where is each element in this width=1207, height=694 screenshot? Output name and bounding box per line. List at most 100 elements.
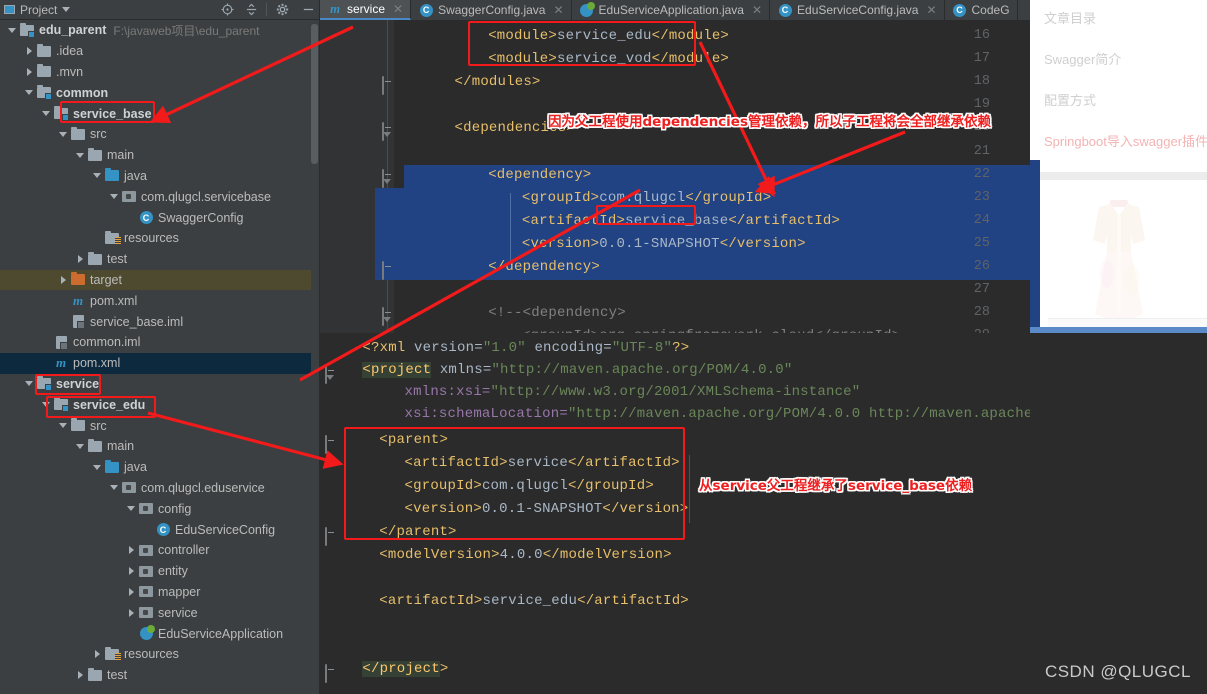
editor-tab-service[interactable]: m service ✕ bbox=[320, 0, 412, 20]
fold-collapse-icon[interactable] bbox=[382, 261, 394, 280]
chevron-down-icon[interactable] bbox=[57, 423, 69, 429]
close-icon[interactable]: ✕ bbox=[553, 3, 563, 17]
fold-collapse-icon[interactable] bbox=[325, 664, 337, 683]
chevron-down-icon[interactable] bbox=[125, 506, 137, 512]
code-line[interactable]: </dependency> bbox=[488, 259, 600, 275]
editor-tab-eduserviceconfig-java[interactable]: C EduServiceConfig.java ✕ bbox=[770, 0, 945, 20]
code-line[interactable]: <artifactId>service_base</artifactId> bbox=[522, 213, 840, 229]
tree-node-service_base[interactable]: service_base bbox=[0, 103, 311, 124]
code-line[interactable]: <groupId>com.qlugcl</groupId> bbox=[522, 190, 771, 206]
chevron-right-icon[interactable] bbox=[57, 275, 69, 284]
tree-node-service_edu[interactable]: service_edu bbox=[0, 394, 311, 415]
tree-scrollbar-thumb[interactable] bbox=[311, 24, 318, 164]
chevron-down-icon[interactable] bbox=[23, 90, 35, 96]
fold-region-icon[interactable] bbox=[382, 307, 394, 327]
tree-node-controller[interactable]: controller bbox=[0, 540, 311, 561]
toc-item-2[interactable]: Springboot导入swagger插件 bbox=[1044, 131, 1207, 150]
chevron-down-icon[interactable] bbox=[108, 194, 120, 200]
code-line[interactable]: <module>service_edu</module> bbox=[488, 28, 729, 44]
tree-node-pom.xml[interactable]: m pom.xml bbox=[0, 290, 311, 311]
code-line[interactable]: </project> bbox=[362, 661, 448, 677]
close-icon[interactable]: ✕ bbox=[752, 3, 762, 17]
chevron-right-icon[interactable] bbox=[23, 47, 35, 56]
code-line[interactable]: <module>service_vod</module> bbox=[488, 51, 729, 67]
chevron-right-icon[interactable] bbox=[125, 587, 137, 596]
code-line[interactable]: <project xmlns="http://maven.apache.org/… bbox=[362, 362, 792, 378]
project-tree[interactable]: edu_parent F:\javaweb项目\edu_parent .idea .m… bbox=[0, 20, 311, 694]
tree-node-resources[interactable]: resources bbox=[0, 228, 311, 249]
chevron-right-icon[interactable] bbox=[125, 567, 137, 576]
chevron-right-icon[interactable] bbox=[91, 650, 103, 659]
chevron-down-icon[interactable] bbox=[57, 131, 69, 137]
chevron-down-icon[interactable] bbox=[40, 111, 52, 117]
fold-region-icon[interactable] bbox=[382, 122, 394, 142]
editor-gutter-bottom[interactable] bbox=[320, 335, 342, 694]
code-line[interactable]: <parent> bbox=[379, 432, 448, 448]
chevron-down-icon[interactable] bbox=[23, 381, 35, 387]
tree-node-swaggerconfig[interactable]: C SwaggerConfig bbox=[0, 207, 311, 228]
toc-item-0[interactable]: Swagger简介 bbox=[1044, 49, 1197, 68]
tree-node-edu_parent[interactable]: edu_parent F:\javaweb项目\edu_parent bbox=[0, 20, 311, 41]
minimize-icon[interactable] bbox=[297, 3, 319, 16]
code-line[interactable]: <!--<dependency> bbox=[488, 305, 626, 321]
chevron-right-icon[interactable] bbox=[125, 546, 137, 555]
chevron-down-icon[interactable] bbox=[91, 173, 103, 179]
tree-node-src[interactable]: src bbox=[0, 124, 311, 145]
chevron-down-icon[interactable] bbox=[74, 443, 86, 449]
close-icon[interactable]: ✕ bbox=[926, 3, 936, 17]
editor-pane-parent-pom[interactable]: 16 <module>service_edu</module> 17 <module>… bbox=[320, 20, 1030, 335]
chevron-down-icon[interactable] bbox=[74, 152, 86, 158]
tree-node-service[interactable]: service bbox=[0, 374, 311, 395]
code-line[interactable]: <artifactId>service_edu</artifactId> bbox=[379, 593, 689, 609]
tree-node-mapper[interactable]: mapper bbox=[0, 582, 311, 603]
tree-node-.mvn[interactable]: .mvn bbox=[0, 62, 311, 83]
close-icon[interactable]: ✕ bbox=[393, 2, 403, 16]
tree-node-service_base.iml[interactable]: service_base.iml bbox=[0, 311, 311, 332]
tree-node-resources[interactable]: resources bbox=[0, 644, 311, 665]
code-line[interactable]: </modules> bbox=[455, 74, 541, 90]
tree-node-java[interactable]: java bbox=[0, 166, 311, 187]
editor-tab-eduserviceapplication-java[interactable]: EduServiceApplication.java ✕ bbox=[572, 0, 771, 20]
code-line[interactable]: xmlns:xsi="http://www.w3.org/2001/XMLSch… bbox=[405, 384, 861, 400]
tree-node-config[interactable]: config bbox=[0, 498, 311, 519]
tree-node-com.qlugcl.eduservice[interactable]: com.qlugcl.eduservice bbox=[0, 478, 311, 499]
settings-gear-icon[interactable] bbox=[273, 3, 291, 16]
chevron-right-icon[interactable] bbox=[125, 608, 137, 617]
editor-tab-swaggerconfig-java[interactable]: C SwaggerConfig.java ✕ bbox=[411, 0, 572, 20]
tree-node-target[interactable]: target bbox=[0, 269, 311, 291]
tree-node-com.qlugcl.servicebase[interactable]: com.qlugcl.servicebase bbox=[0, 186, 311, 207]
chevron-down-icon[interactable] bbox=[62, 7, 71, 12]
chevron-right-icon[interactable] bbox=[74, 255, 86, 264]
tree-node-test[interactable]: test bbox=[0, 249, 311, 270]
tree-node-java[interactable]: java bbox=[0, 457, 311, 478]
tree-node-eduserviceapplication[interactable]: EduServiceApplication bbox=[0, 623, 311, 644]
editor-tab-codeg[interactable]: C CodeG bbox=[945, 0, 1018, 20]
chevron-right-icon[interactable] bbox=[74, 671, 86, 680]
fold-region-icon[interactable] bbox=[382, 168, 394, 188]
project-title-button[interactable]: Project bbox=[4, 3, 71, 17]
tree-node-pom.xml[interactable]: m pom.xml bbox=[0, 352, 311, 374]
tree-node-.idea[interactable]: .idea bbox=[0, 41, 311, 62]
fold-region-icon[interactable] bbox=[325, 365, 337, 384]
code-line[interactable]: <version>0.0.1-SNAPSHOT</version> bbox=[522, 236, 806, 252]
fold-collapse-icon[interactable] bbox=[325, 527, 337, 546]
code-line[interactable]: <?xml version="1.0" encoding="UTF-8"?> bbox=[362, 340, 689, 356]
code-line[interactable]: <modelVersion>4.0.0</modelVersion> bbox=[379, 547, 671, 563]
chevron-down-icon[interactable] bbox=[91, 464, 103, 470]
chevron-down-icon[interactable] bbox=[6, 27, 18, 33]
code-line[interactable]: </parent> bbox=[379, 524, 456, 540]
tree-node-service[interactable]: service bbox=[0, 602, 311, 623]
locate-icon[interactable] bbox=[218, 3, 236, 16]
tree-node-common[interactable]: common bbox=[0, 82, 311, 103]
chevron-down-icon[interactable] bbox=[108, 485, 120, 491]
tree-node-main[interactable]: main bbox=[0, 436, 311, 457]
code-line[interactable]: <groupId>com.qlugcl</groupId> bbox=[405, 478, 654, 494]
code-line[interactable]: <version>0.0.1-SNAPSHOT</version> bbox=[405, 501, 689, 517]
tree-node-common.iml[interactable]: common.iml bbox=[0, 332, 311, 353]
chevron-down-icon[interactable] bbox=[40, 402, 52, 408]
code-line[interactable]: <artifactId>service</artifactId> bbox=[405, 455, 680, 471]
toc-item-1[interactable]: 配置方式 bbox=[1044, 90, 1197, 109]
tree-node-main[interactable]: main bbox=[0, 145, 311, 166]
collapse-all-icon[interactable] bbox=[242, 3, 260, 16]
tree-node-entity[interactable]: entity bbox=[0, 561, 311, 582]
